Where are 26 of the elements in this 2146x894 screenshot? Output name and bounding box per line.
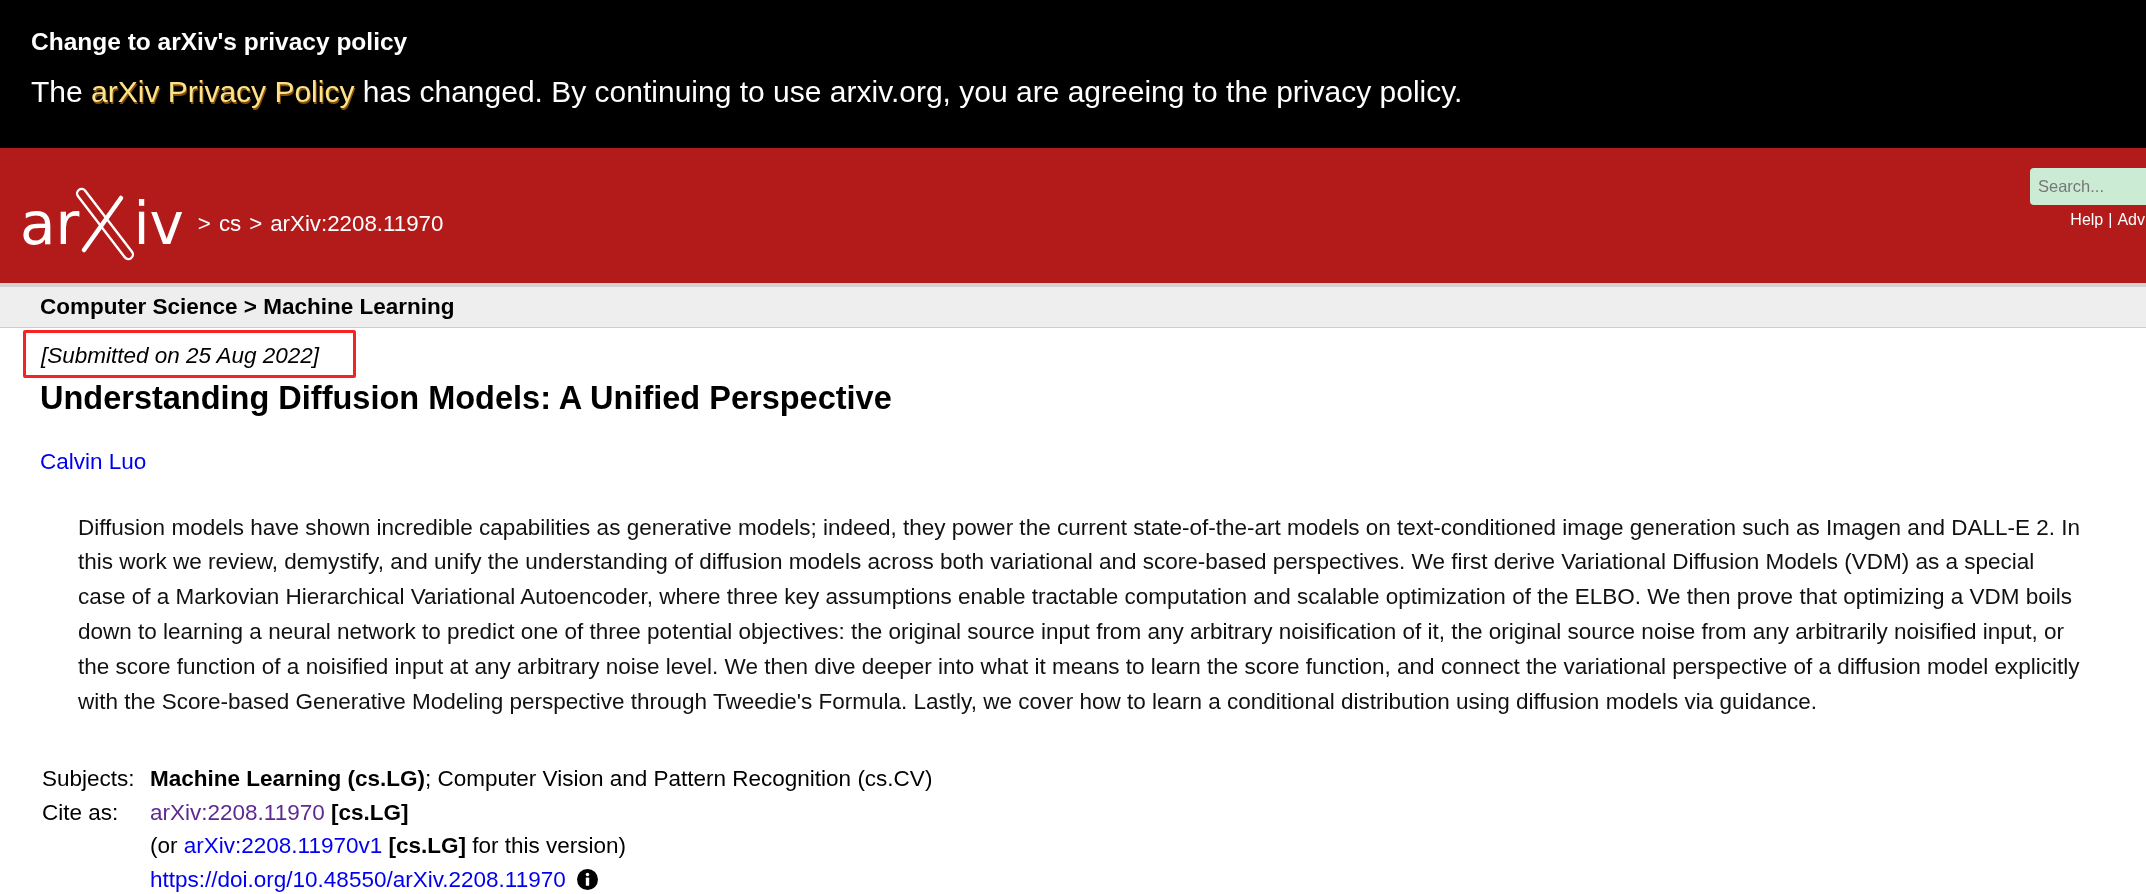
search-field[interactable]: Search... xyxy=(2030,168,2146,205)
citation-text: (or arXiv:2208.11970v1 [cs.LG] for this version) xyxy=(150,832,627,861)
breadcrumb-link[interactable]: cs xyxy=(218,209,242,238)
privacy-policy-link[interactable]: arXiv Privacy Policy xyxy=(91,75,355,108)
field-label: Subjects: xyxy=(42,766,135,792)
identifier-link[interactable]: arXiv:2208.11970v1 xyxy=(183,833,383,859)
breadcrumb-separator: > xyxy=(249,209,263,238)
banner-title: Change to arXiv's privacy policy xyxy=(31,27,408,57)
field-label: Cite as: xyxy=(42,799,119,825)
paper-title: Understanding Diffusion Models: A Unified Perspective xyxy=(40,380,892,416)
link-separator: | xyxy=(2108,210,2113,230)
submission-date: [Submitted on 25 Aug 2022] xyxy=(41,341,320,370)
breadcrumb-separator: > xyxy=(197,209,211,238)
doi-link[interactable]: https://doi.org/10.48550/arXiv.2208.11970 xyxy=(150,862,566,894)
logo-drawing[interactable]: ar iv xyxy=(20,185,184,262)
identifier-link[interactable]: arXiv:2208.11970 xyxy=(150,799,325,825)
info-icon[interactable] xyxy=(576,869,598,891)
header-link[interactable]: Help xyxy=(2070,210,2104,230)
abstract-text: Diffusion models have shown incredible capabilities as generative models; indeed, they power the current state-of-the-art models on text-conditioned image generation such as Imagen and DALL-E 2. In this work we review, demystify, and unify the understanding of diffusion models across both variational and score-based perspectives. We first derive Variational Diffusion Models (VDM) as a special case of a Markovian Hierarchical Variational Autoencoder, where three key assumptions enable tractable computation and scalable optimization of the ELBO. We then prove that optimizing a VDM boils down to learning a neural network to predict one of three potential objectives: the original source input from any arbitrary noisification of it, the original source noise from any arbitrarily noisified input, or the score function of a noisified input at any arbitrary noise level. We then dive deeper into what it means to learn the score function, and connect the variational perspective of a diffusion model explicitly with the Score-based Generative Modeling perspective through Tweedie's Formula. Lastly, we cover how to learn a conditional distribution using diffusion models via guidance. xyxy=(78,513,2081,716)
author-link[interactable]: Calvin Luo xyxy=(40,448,147,476)
breadcrumb-current: arXiv:2208.11970 xyxy=(270,209,444,238)
subject-heading: Computer Science > Machine Learning xyxy=(40,293,455,321)
subjects-text: Machine Learning (cs.LG); Computer Vision and Pattern Recognition (cs.CV) xyxy=(150,765,933,794)
banner-message: The arXiv Privacy Policy has changed. By continuing to use arxiv.org, you are agreeing to the privacy policy. xyxy=(31,74,1463,110)
citation-text: arXiv:2208.11970 [cs.LG] xyxy=(150,798,409,827)
header-link[interactable]: Adv xyxy=(2117,210,2145,230)
